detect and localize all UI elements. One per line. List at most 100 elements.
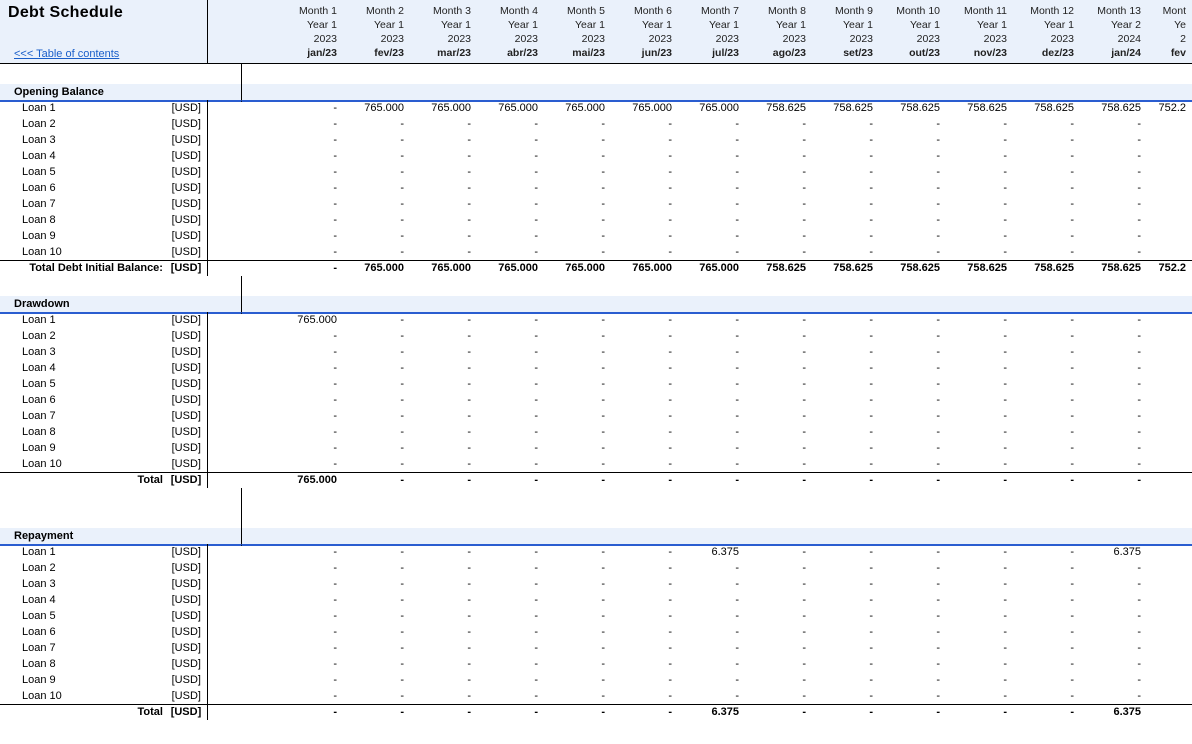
cell: 765.000 bbox=[208, 312, 343, 328]
row-unit: [USD] bbox=[166, 344, 208, 360]
cell: - bbox=[544, 624, 611, 640]
cell: - bbox=[745, 328, 812, 344]
cell: - bbox=[410, 376, 477, 392]
cell: - bbox=[812, 688, 879, 704]
row-label: Loan 5 bbox=[0, 608, 166, 624]
data-row: Loan 6[USD]------------- bbox=[0, 392, 1192, 408]
cell: - bbox=[343, 424, 410, 440]
cell: - bbox=[611, 116, 678, 132]
cell bbox=[1147, 456, 1192, 472]
cell: - bbox=[208, 260, 343, 276]
data-row: Loan 1[USD]765.000------------ bbox=[0, 312, 1192, 328]
row-unit: [USD] bbox=[166, 456, 208, 472]
cell: 752.2 bbox=[1147, 100, 1192, 116]
cell: - bbox=[879, 608, 946, 624]
cell: - bbox=[1013, 212, 1080, 228]
cell bbox=[1147, 624, 1192, 640]
cell: - bbox=[946, 244, 1013, 260]
data-row: Loan 4[USD]------------- bbox=[0, 360, 1192, 376]
cell: - bbox=[678, 592, 745, 608]
cell: - bbox=[745, 392, 812, 408]
cell: 758.625 bbox=[1080, 260, 1147, 276]
cell: - bbox=[611, 656, 678, 672]
cell: - bbox=[1013, 576, 1080, 592]
cell: - bbox=[812, 164, 879, 180]
cell: - bbox=[343, 312, 410, 328]
data-row: Loan 7[USD]------------- bbox=[0, 640, 1192, 656]
cell: 758.625 bbox=[1013, 260, 1080, 276]
cell: - bbox=[678, 212, 745, 228]
cell: - bbox=[477, 344, 544, 360]
cell: - bbox=[410, 312, 477, 328]
data-row: Loan 1[USD]------6.375-----6.375 bbox=[0, 544, 1192, 560]
cell: - bbox=[1013, 148, 1080, 164]
cell: - bbox=[208, 328, 343, 344]
cell: - bbox=[812, 212, 879, 228]
cell: - bbox=[410, 180, 477, 196]
cell: - bbox=[812, 456, 879, 472]
cell: - bbox=[812, 592, 879, 608]
cell: - bbox=[1013, 328, 1080, 344]
header-col: Month 10Year 12023out/23 bbox=[879, 0, 946, 63]
cell: - bbox=[343, 344, 410, 360]
cell: - bbox=[544, 408, 611, 424]
cell: - bbox=[812, 392, 879, 408]
cell: - bbox=[611, 624, 678, 640]
cell: - bbox=[410, 472, 477, 488]
cell: - bbox=[678, 472, 745, 488]
cell: - bbox=[611, 196, 678, 212]
cell: - bbox=[1080, 456, 1147, 472]
cell: - bbox=[544, 392, 611, 408]
cell: - bbox=[1013, 392, 1080, 408]
cell: - bbox=[745, 576, 812, 592]
cell: - bbox=[544, 116, 611, 132]
cell: 758.625 bbox=[879, 100, 946, 116]
cell: - bbox=[1013, 408, 1080, 424]
cell: 758.625 bbox=[946, 100, 1013, 116]
cell: 765.000 bbox=[678, 100, 745, 116]
cell bbox=[1147, 392, 1192, 408]
header-col: Month 6Year 12023jun/23 bbox=[611, 0, 678, 63]
cell: 758.625 bbox=[812, 260, 879, 276]
cell: - bbox=[477, 456, 544, 472]
cell: - bbox=[477, 312, 544, 328]
cell: - bbox=[678, 132, 745, 148]
row-unit: [USD] bbox=[166, 180, 208, 196]
cell: - bbox=[208, 544, 343, 560]
cell: - bbox=[611, 328, 678, 344]
cell: - bbox=[611, 608, 678, 624]
row-unit: [USD] bbox=[166, 360, 208, 376]
cell: - bbox=[745, 704, 812, 720]
cell: 765.000 bbox=[544, 100, 611, 116]
cell: - bbox=[745, 624, 812, 640]
cell: - bbox=[1080, 212, 1147, 228]
cell: 6.375 bbox=[1080, 544, 1147, 560]
cell: 765.000 bbox=[477, 100, 544, 116]
cell: - bbox=[1013, 624, 1080, 640]
row-unit: [USD] bbox=[166, 116, 208, 132]
cell: - bbox=[343, 244, 410, 260]
cell: - bbox=[946, 688, 1013, 704]
cell bbox=[1147, 328, 1192, 344]
data-row: Loan 10[USD]------------- bbox=[0, 456, 1192, 472]
cell: - bbox=[879, 360, 946, 376]
cell bbox=[1147, 344, 1192, 360]
row-unit: [USD] bbox=[165, 704, 208, 720]
cell: - bbox=[946, 704, 1013, 720]
data-row: Loan 2[USD]------------- bbox=[0, 116, 1192, 132]
cell: - bbox=[879, 688, 946, 704]
toc-link[interactable]: <<< Table of contents bbox=[14, 48, 119, 60]
cell: - bbox=[544, 576, 611, 592]
cell: - bbox=[544, 440, 611, 456]
cell: - bbox=[208, 672, 343, 688]
cell: - bbox=[1013, 196, 1080, 212]
header-col: Month 9Year 12023set/23 bbox=[812, 0, 879, 63]
row-label: Loan 7 bbox=[0, 196, 166, 212]
cell: - bbox=[208, 212, 343, 228]
cell: - bbox=[812, 196, 879, 212]
cell: - bbox=[477, 656, 544, 672]
cell: 765.000 bbox=[611, 260, 678, 276]
cell: - bbox=[678, 640, 745, 656]
cell: - bbox=[208, 392, 343, 408]
cell: - bbox=[879, 116, 946, 132]
